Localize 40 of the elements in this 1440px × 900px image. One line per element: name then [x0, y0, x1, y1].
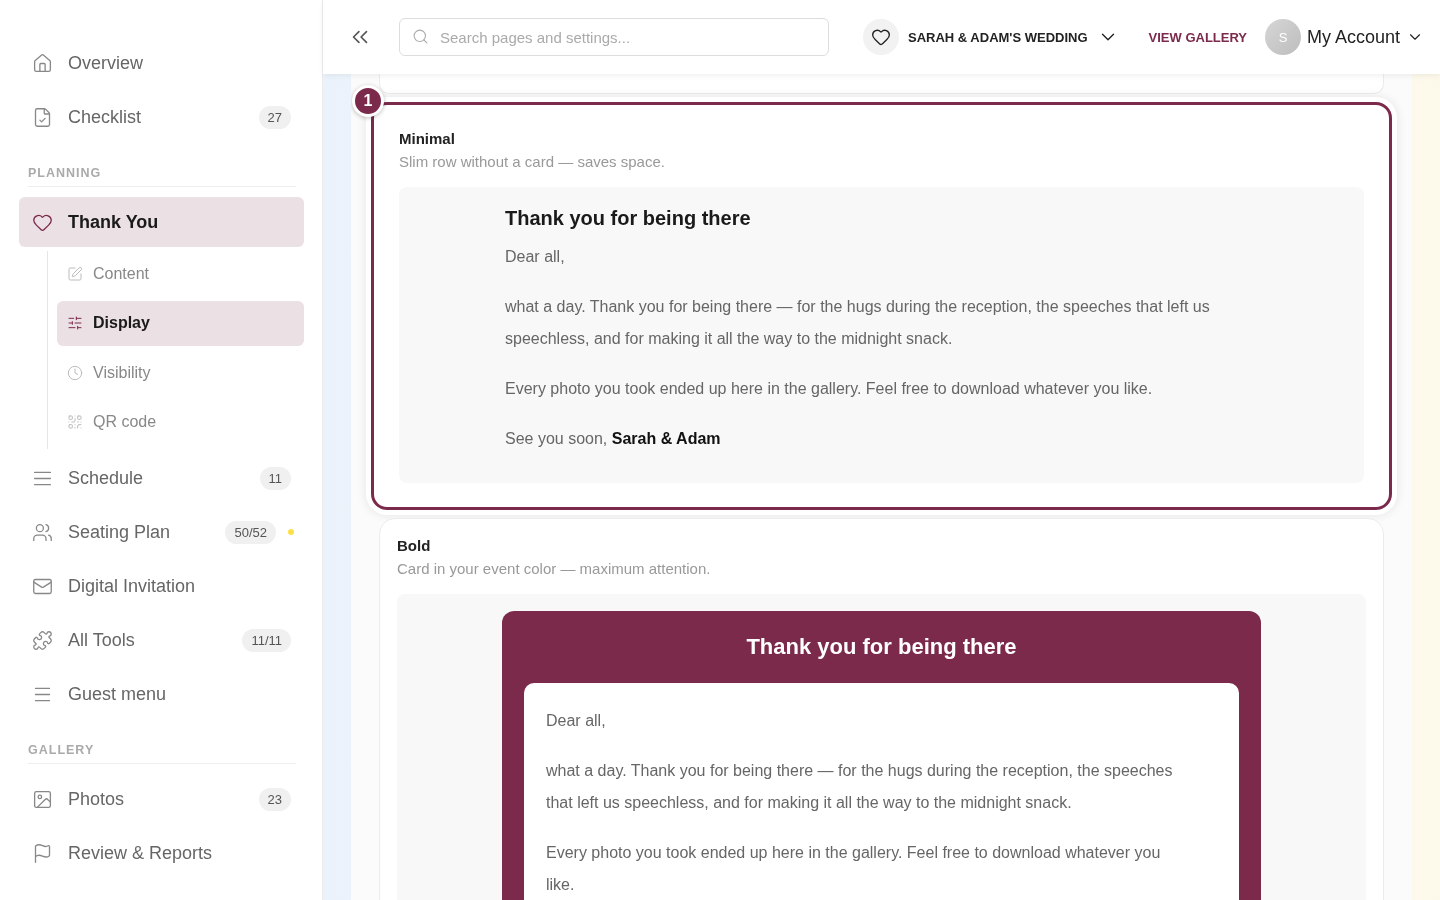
- preview-paragraph: what a day. Thank you for being there — for the hugs during the reception, the speeches that left us speechless, and for making it all the way to the midnight snack.: [505, 297, 1211, 349]
- option-title: Minimal: [399, 130, 456, 147]
- submenu-item[interactable]: QR code: [57, 399, 304, 445]
- submenu-item[interactable]: Display: [57, 300, 304, 346]
- sidebar-item[interactable]: Schedule 11: [19, 453, 304, 503]
- account-label: My Account: [1307, 26, 1401, 48]
- option-description: Card in your event color — maximum attention.: [397, 560, 712, 577]
- sidebar-item[interactable]: Digital Invitation: [19, 561, 304, 611]
- section-heading: GALLERY: [28, 743, 296, 764]
- preview-paragraph: Dear all,: [546, 711, 607, 731]
- event-selector[interactable]: SARAH & ADAM'S WEDDING: [863, 19, 1119, 55]
- option-title: Bold: [397, 537, 432, 554]
- submenu-item[interactable]: Visibility: [57, 350, 304, 395]
- preview-paragraph: Every photo you took ended up here in the gallery. Feel free to download whatever you like.: [546, 843, 1162, 895]
- preview-paragraph: what a day. Thank you for being there — for the hugs during the reception, the speeches that left us speechless, and for making it all the way to the midnight snack.: [546, 761, 1174, 813]
- preview-paragraph: Every photo you took ended up here in the gallery. Feel free to download whatever you like.: [505, 379, 1154, 399]
- preview-heading: Thank you for being there: [505, 207, 752, 230]
- sidebar-item[interactable]: All Tools 11/11: [19, 615, 304, 665]
- number-badge: 1: [352, 85, 384, 117]
- sidebar-item[interactable]: Seating Plan 50/52: [19, 507, 304, 557]
- sidebar-item[interactable]: Thank You: [19, 197, 304, 247]
- section-heading: PLANNING: [28, 166, 296, 187]
- count-badge: 11/11: [242, 628, 291, 652]
- submenu-item[interactable]: Content: [57, 251, 304, 296]
- count-badge: 23: [258, 787, 291, 811]
- sidebar-item[interactable]: Checklist 27: [19, 92, 304, 142]
- count-badge: 27: [258, 105, 291, 129]
- search-field[interactable]: Search pages and settings...: [399, 18, 829, 56]
- sidebar-item[interactable]: Guest menu: [19, 669, 304, 719]
- event-name: SARAH & ADAM'S WEDDING: [908, 29, 1088, 45]
- count-badge: 11: [259, 466, 291, 490]
- sidebar-item[interactable]: Photos 23: [19, 774, 304, 824]
- sidebar-item[interactable]: Review & Reports: [19, 828, 304, 878]
- sidebar-item[interactable]: Overview: [19, 38, 304, 88]
- preview-paragraph: Dear all,: [505, 247, 566, 267]
- count-badge: 50/52: [225, 520, 276, 544]
- view-gallery-link[interactable]: VIEW GALLERY: [1148, 29, 1248, 45]
- option-description: Slim row without a card — saves space.: [399, 153, 666, 170]
- preview-heading: Thank you for being there: [745, 633, 1018, 661]
- preview-paragraph: See you soon, Sarah & Adam: [505, 429, 722, 449]
